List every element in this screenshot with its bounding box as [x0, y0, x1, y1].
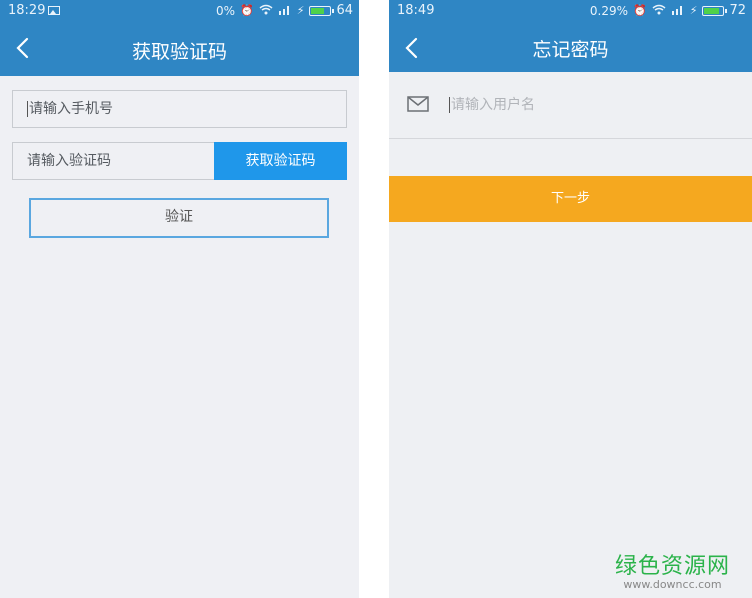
code-input[interactable]: 请输入验证码	[12, 142, 215, 180]
status-time: 18:49	[397, 3, 435, 18]
status-bar: 18:49 0.29% ⏰ ⚡ 72	[389, 0, 752, 22]
text-cursor	[27, 101, 28, 117]
text-cursor	[449, 97, 450, 113]
username-input[interactable]: 请输入用户名	[449, 94, 535, 114]
status-time: 18:29	[8, 3, 46, 18]
verification-screen: 18:29 0% ⏰ ⚡ 64 获取验证码 请输入手机号 请输入验证码 获取验证…	[0, 0, 359, 598]
alarm-icon: ⏰	[240, 4, 254, 17]
signal-icon	[278, 4, 292, 17]
phone-placeholder: 请输入手机号	[29, 101, 113, 117]
username-field[interactable]: 请输入用户名	[389, 72, 752, 139]
signal-icon	[671, 4, 685, 17]
watermark-url: www.downcc.com	[623, 578, 722, 591]
next-button[interactable]: 下一步	[389, 176, 752, 222]
verify-button[interactable]: 验证	[29, 198, 329, 238]
username-placeholder: 请输入用户名	[451, 97, 535, 113]
page-title: 获取验证码	[131, 41, 227, 63]
image-notification-icon	[48, 6, 60, 15]
watermark-name: 绿色资源网	[614, 554, 730, 579]
battery-level: 64	[336, 3, 353, 18]
status-percent: 0%	[215, 3, 236, 18]
alarm-icon: ⏰	[633, 4, 647, 17]
title-bar: 获取验证码	[0, 22, 359, 76]
get-code-button[interactable]: 获取验证码	[214, 142, 347, 180]
code-placeholder: 请输入验证码	[27, 153, 111, 169]
charging-icon: ⚡	[296, 4, 305, 17]
phone-input[interactable]: 请输入手机号	[12, 90, 347, 128]
mail-icon	[407, 96, 429, 116]
wifi-icon	[259, 4, 273, 17]
status-percent: 0.29%	[589, 3, 629, 18]
battery-icon	[309, 5, 335, 16]
charging-icon: ⚡	[689, 4, 698, 17]
battery-icon	[702, 5, 728, 16]
forgot-password-screen: 18:49 0.29% ⏰ ⚡ 72 忘记密码 请输入用户名 下一步	[389, 0, 752, 598]
watermark: 绿色资源网 www.downcc.com	[615, 548, 730, 591]
battery-level: 72	[729, 3, 746, 18]
title-bar: 忘记密码	[389, 22, 752, 72]
status-bar: 18:29 0% ⏰ ⚡ 64	[0, 0, 359, 22]
wifi-icon	[652, 4, 666, 17]
page-title: 忘记密码	[532, 39, 609, 61]
